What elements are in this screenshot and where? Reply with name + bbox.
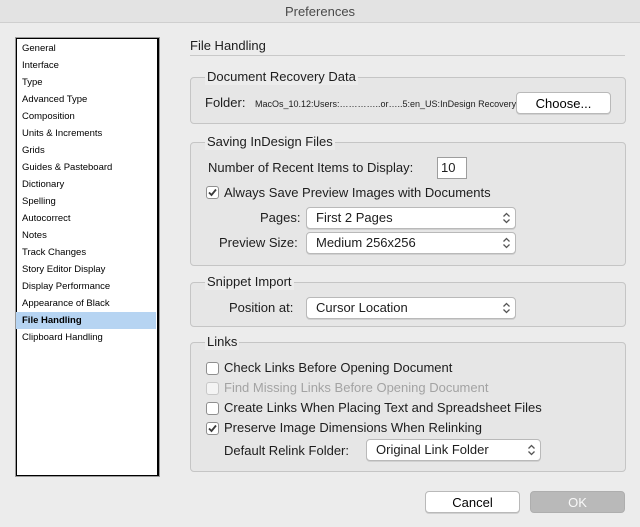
links-group: Links Check Links Before Opening Documen…	[190, 334, 626, 472]
choose-folder-button[interactable]: Choose...	[516, 92, 611, 114]
sidebar-item-file-handling[interactable]: File Handling	[16, 312, 156, 329]
preferences-sidebar: General Interface Type Advanced Type Com…	[15, 37, 160, 477]
position-at-select[interactable]: Cursor Location	[306, 297, 516, 319]
window-title: Preferences	[0, 0, 640, 23]
sidebar-list: General Interface Type Advanced Type Com…	[16, 38, 159, 346]
check-links-label: Check Links Before Opening Document	[224, 360, 453, 375]
pages-label: Pages:	[260, 210, 301, 225]
saving-indesign-files-group: Saving InDesign Files Number of Recent I…	[190, 134, 626, 266]
position-at-select-value: Cursor Location	[316, 300, 408, 315]
preserve-dimensions-checkbox[interactable]	[206, 422, 219, 435]
recent-items-label: Number of Recent Items to Display:	[208, 160, 414, 175]
cancel-button[interactable]: Cancel	[425, 491, 520, 513]
recent-items-field[interactable]: 10	[437, 157, 467, 179]
save-preview-label: Always Save Preview Images with Document…	[224, 185, 491, 200]
default-relink-folder-value: Original Link Folder	[376, 442, 489, 457]
default-relink-folder-label: Default Relink Folder:	[224, 443, 349, 458]
pages-select-value: First 2 Pages	[316, 210, 393, 225]
default-relink-folder-select[interactable]: Original Link Folder	[366, 439, 541, 461]
preview-size-label: Preview Size:	[219, 235, 298, 250]
saving-indesign-files-title: Saving InDesign Files	[205, 134, 335, 150]
ok-button[interactable]: OK	[530, 491, 625, 513]
save-preview-checkbox[interactable]	[206, 186, 219, 199]
sidebar-item-dictionary[interactable]: Dictionary	[16, 176, 156, 193]
sidebar-item-interface[interactable]: Interface	[16, 57, 156, 74]
sidebar-item-appearance-of-black[interactable]: Appearance of Black	[16, 295, 156, 312]
preview-size-select[interactable]: Medium 256x256	[306, 232, 516, 254]
links-title: Links	[205, 334, 240, 350]
snippet-import-title: Snippet Import	[205, 274, 294, 290]
checkmark-icon	[208, 188, 217, 197]
sidebar-item-advanced-type[interactable]: Advanced Type	[16, 91, 156, 108]
panel-title-divider	[190, 55, 625, 56]
updown-chevron-icon	[500, 300, 513, 316]
find-missing-links-label: Find Missing Links Before Opening Docume…	[224, 380, 489, 395]
updown-chevron-icon	[500, 235, 513, 251]
position-at-label: Position at:	[229, 300, 294, 315]
sidebar-item-track-changes[interactable]: Track Changes	[16, 244, 156, 261]
sidebar-item-display-performance[interactable]: Display Performance	[16, 278, 156, 295]
create-links-label: Create Links When Placing Text and Sprea…	[224, 400, 542, 415]
sidebar-item-story-editor-display[interactable]: Story Editor Display	[16, 261, 156, 278]
updown-chevron-icon	[525, 442, 538, 458]
sidebar-item-autocorrect[interactable]: Autocorrect	[16, 210, 156, 227]
updown-chevron-icon	[500, 210, 513, 226]
sidebar-item-guides-pasteboard[interactable]: Guides & Pasteboard	[16, 159, 156, 176]
document-recovery-group: Document Recovery Data Folder: MacOs_10.…	[190, 69, 626, 124]
sidebar-item-general[interactable]: General	[16, 40, 156, 57]
sidebar-item-units-increments[interactable]: Units & Increments	[16, 125, 156, 142]
snippet-import-group: Snippet Import Position at: Cursor Locat…	[190, 274, 626, 327]
recovery-folder-path: MacOs_10.12:Users:…………..or…..5:en_US:InD…	[255, 99, 517, 109]
sidebar-item-composition[interactable]: Composition	[16, 108, 156, 125]
sidebar-item-type[interactable]: Type	[16, 74, 156, 91]
preserve-dimensions-label: Preserve Image Dimensions When Relinking	[224, 420, 482, 435]
find-missing-links-checkbox[interactable]	[206, 382, 219, 395]
sidebar-item-spelling[interactable]: Spelling	[16, 193, 156, 210]
sidebar-item-clipboard-handling[interactable]: Clipboard Handling	[16, 329, 156, 346]
checkmark-icon	[208, 424, 217, 433]
check-links-checkbox[interactable]	[206, 362, 219, 375]
sidebar-item-notes[interactable]: Notes	[16, 227, 156, 244]
sidebar-item-grids[interactable]: Grids	[16, 142, 156, 159]
document-recovery-title: Document Recovery Data	[205, 69, 358, 85]
folder-label: Folder:	[205, 95, 246, 110]
preview-size-select-value: Medium 256x256	[316, 235, 416, 250]
pages-select[interactable]: First 2 Pages	[306, 207, 516, 229]
panel-title: File Handling	[190, 38, 266, 53]
create-links-checkbox[interactable]	[206, 402, 219, 415]
